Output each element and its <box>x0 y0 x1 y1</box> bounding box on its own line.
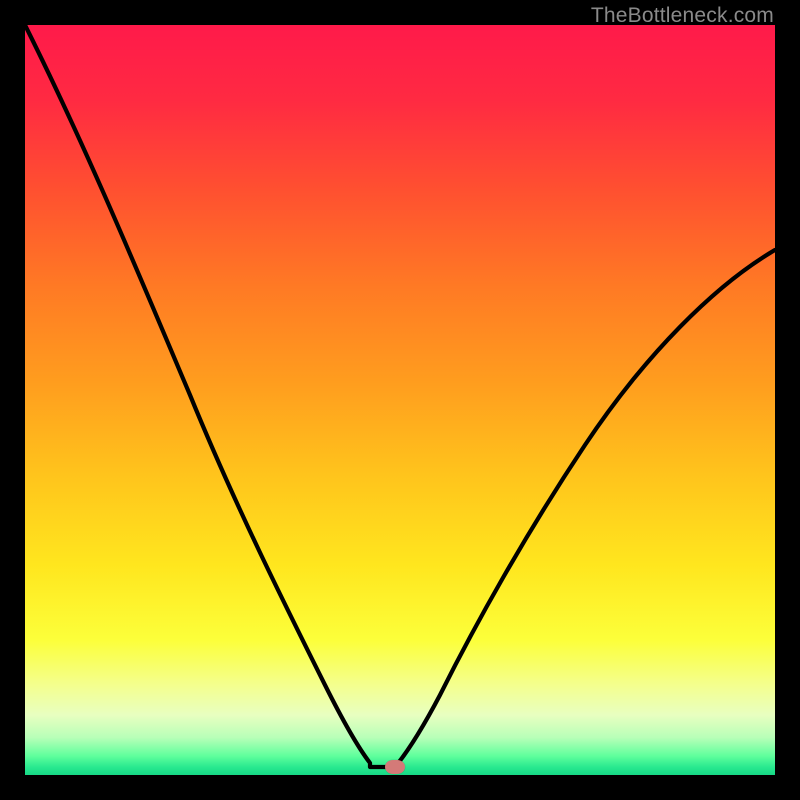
chart-frame: TheBottleneck.com <box>0 0 800 800</box>
watermark-text: TheBottleneck.com <box>591 4 774 28</box>
optimum-marker <box>385 760 405 774</box>
plot-area <box>25 25 775 775</box>
bottleneck-curve <box>25 25 775 775</box>
